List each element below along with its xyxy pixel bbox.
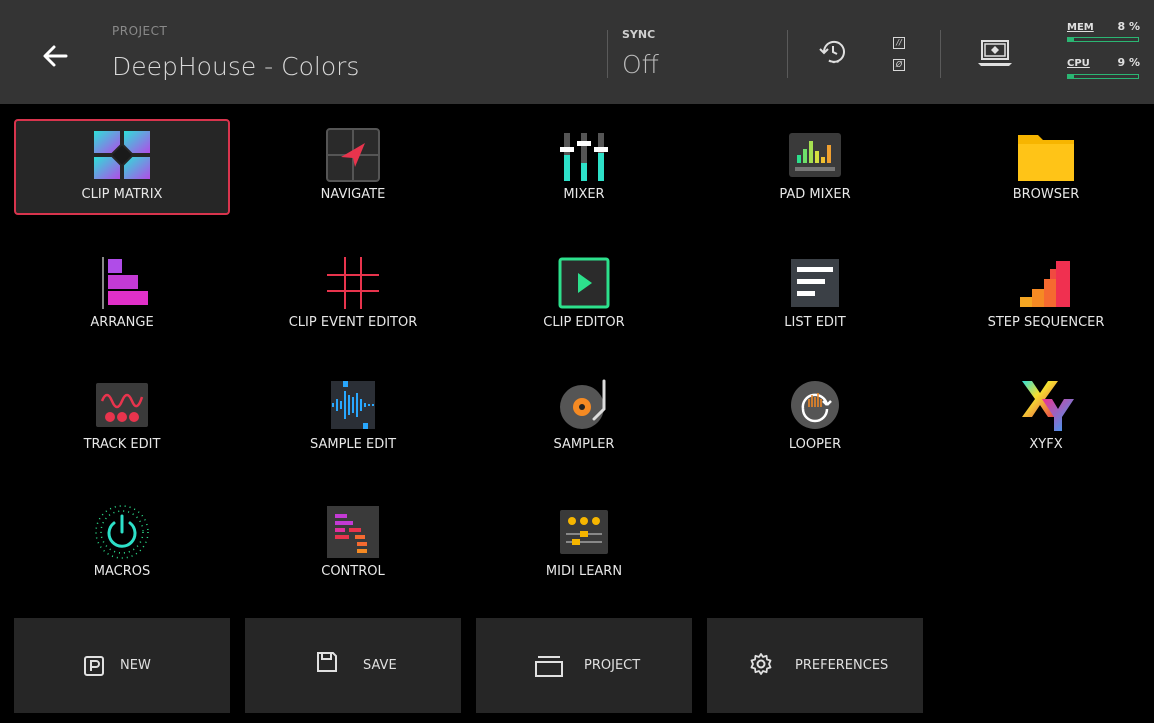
track-edit-icon [96, 383, 148, 427]
cpu-meter-fill [1068, 75, 1075, 78]
menu-arrange[interactable]: ARRANGE [14, 247, 230, 343]
new-label: NEW [120, 658, 151, 673]
menu-sampler[interactable]: SAMPLER [476, 369, 692, 465]
mem-meter-fill [1068, 38, 1074, 41]
menu-label: LIST EDIT [784, 315, 846, 330]
menu-label: NAVIGATE [320, 187, 386, 202]
menu-label: MIXER [563, 187, 605, 202]
preferences-label: PREFERENCES [795, 658, 889, 673]
waveform-icon [331, 381, 375, 429]
menu-control[interactable]: CONTROL [245, 496, 461, 592]
menu-label: CLIP MATRIX [81, 187, 163, 202]
preferences-button[interactable]: PREFERENCES [707, 618, 923, 713]
menu-label: LOOPER [788, 437, 842, 452]
grid-icon [327, 257, 379, 309]
mem-value: 8 % [1117, 20, 1140, 33]
divider [940, 30, 941, 78]
looper-icon [791, 381, 839, 429]
menu-looper[interactable]: LOOPER [707, 369, 923, 465]
history-icon[interactable] [815, 34, 851, 70]
cpu-label: CPU [1067, 58, 1090, 69]
menu-macros[interactable]: MACROS [14, 496, 230, 592]
laptop-icon[interactable] [976, 38, 1014, 68]
folder-icon [1018, 135, 1074, 181]
menu-label: SAMPLER [553, 437, 615, 452]
menu-label: STEP SEQUENCER [987, 315, 1105, 330]
menu-xyfx[interactable]: XYFX [938, 369, 1154, 465]
save-icon [317, 652, 337, 672]
divider [787, 30, 788, 78]
menu-mixer[interactable]: MIXER [476, 119, 692, 215]
menu-label: CONTROL [321, 564, 385, 579]
menu-clip-matrix[interactable]: CLIP MATRIX [14, 119, 230, 215]
gear-icon [750, 653, 772, 675]
project-button[interactable]: PROJECT [476, 618, 692, 713]
save-button[interactable]: SAVE [245, 618, 461, 713]
save-label: SAVE [363, 658, 397, 673]
midi-learn-icon [560, 510, 608, 554]
cpu-meter [1067, 74, 1139, 79]
back-arrow-icon[interactable] [36, 36, 76, 76]
sync-value[interactable]: Off [622, 50, 659, 79]
top-bar: PROJECT DeepHouse - Colors SYNC Off // Ø… [0, 0, 1154, 104]
menu-track-edit[interactable]: TRACK EDIT [14, 369, 230, 465]
play-icon [558, 257, 610, 309]
cpu-value: 9 % [1117, 56, 1140, 69]
step-sequencer-icon [1020, 261, 1070, 307]
xyfx-icon [1022, 381, 1074, 431]
menu-label: SAMPLE EDIT [309, 437, 397, 452]
menu-label: TRACK EDIT [83, 437, 161, 452]
project-folder-icon [535, 656, 563, 677]
menu-list-edit[interactable]: LIST EDIT [707, 247, 923, 343]
menu-label: ARRANGE [90, 315, 154, 330]
mixer-icon [560, 133, 608, 181]
new-icon [84, 656, 104, 676]
menu-label: CLIP EVENT EDITOR [288, 315, 418, 330]
turntable-icon [560, 379, 606, 429]
menu-label: BROWSER [1012, 187, 1080, 202]
menu-clip-event-editor[interactable]: CLIP EVENT EDITOR [245, 247, 461, 343]
menu-label: MACROS [93, 564, 151, 579]
menu-label: XYFX [1029, 437, 1063, 452]
menu-label: PAD MIXER [779, 187, 851, 202]
pad-mixer-icon [789, 133, 841, 177]
new-button[interactable]: NEW [14, 618, 230, 713]
menu-label: MIDI LEARN [545, 564, 623, 579]
list-icon [791, 259, 839, 307]
mute-toggle[interactable]: Ø [893, 59, 905, 71]
menu-step-sequencer[interactable]: STEP SEQUENCER [938, 247, 1154, 343]
divider [607, 30, 608, 78]
sync-label: SYNC [622, 28, 656, 41]
clip-matrix-icon [94, 131, 150, 179]
mem-label: MEM [1067, 22, 1094, 33]
menu-sample-edit[interactable]: SAMPLE EDIT [245, 369, 461, 465]
arrange-icon [102, 257, 148, 309]
menu-midi-learn[interactable]: MIDI LEARN [476, 496, 692, 592]
overdub-toggle[interactable]: // [893, 37, 905, 49]
project-name[interactable]: DeepHouse - Colors [112, 52, 359, 81]
project-label: PROJECT [584, 658, 641, 673]
project-label: PROJECT [112, 24, 168, 38]
power-icon [95, 505, 149, 559]
menu-label: CLIP EDITOR [543, 315, 625, 330]
navigate-icon [326, 128, 380, 182]
menu-clip-editor[interactable]: CLIP EDITOR [476, 247, 692, 343]
control-icon [327, 506, 379, 558]
menu-pad-mixer[interactable]: PAD MIXER [707, 119, 923, 215]
mem-meter [1067, 37, 1139, 42]
menu-browser[interactable]: BROWSER [938, 119, 1154, 215]
menu-navigate[interactable]: NAVIGATE [245, 119, 461, 215]
